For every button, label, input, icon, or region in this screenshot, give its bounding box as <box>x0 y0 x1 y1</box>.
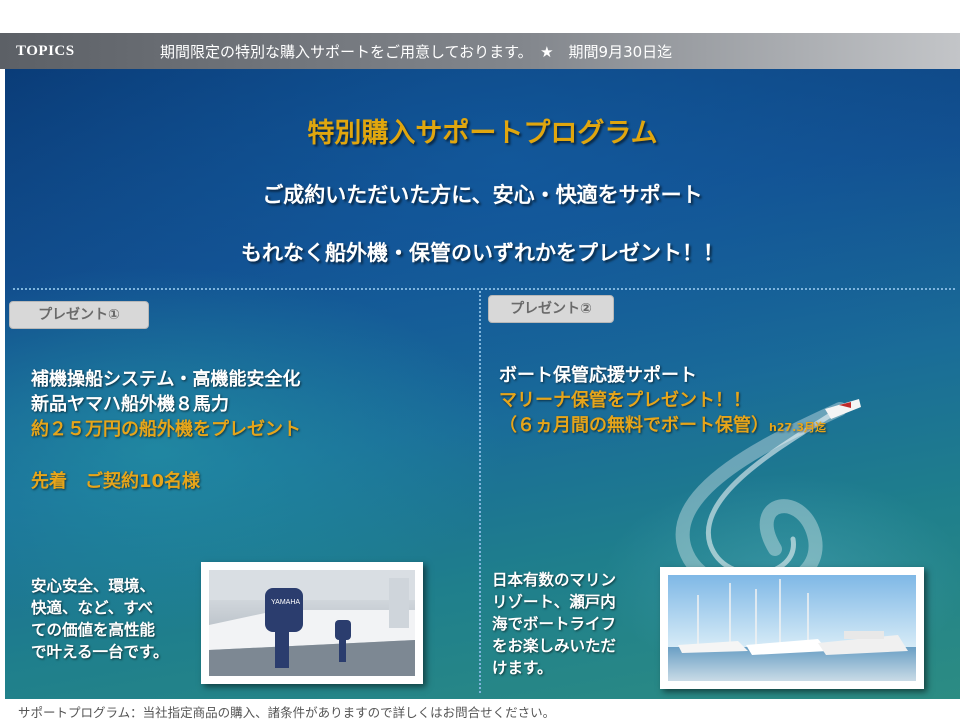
present-1-line-1: 補機操船システム・高機能安全化 <box>31 369 301 390</box>
promo-banner: 特別購入サポートプログラム ご成約いただいた方に、安心・快適をサポート もれなく… <box>5 69 960 699</box>
present-2-line-2: マリーナ保管をプレゼント！！ <box>499 390 751 411</box>
present-2-line-3-text: （６ヵ月間の無料でボート保管） <box>499 415 769 436</box>
present-2-desc-line: 海でボートライフ <box>492 615 617 633</box>
present-1-limit: 先着 ご契約10名様 <box>31 471 201 492</box>
present-1-tag: プレゼント① <box>9 301 149 329</box>
vertical-divider <box>479 291 481 693</box>
present-2-deadline-note: h27.3月迄 <box>769 421 826 434</box>
present-1-line-3: 約２５万円の船外機をプレゼント <box>31 419 301 440</box>
present-2-desc-line: けます。 <box>492 659 553 677</box>
outboard-motor-photo: YAMAHA <box>201 562 423 684</box>
present-2-tag: プレゼント② <box>488 295 614 323</box>
present-2-line-1: ボート保管応援サポート <box>499 365 697 386</box>
horizontal-divider <box>13 288 955 290</box>
topics-bar: TOPICS 期間限定の特別な購入サポートをご用意しております。 ★ 期間9月3… <box>0 33 960 69</box>
present-1-desc-line: 快適、など、すべ <box>31 599 154 617</box>
banner-subtitle-1: ご成約いただいた方に、安心・快適をサポート <box>262 183 703 207</box>
present-1-desc-line: で叶える一台です。 <box>31 643 169 661</box>
present-2-desc-line: をお楽しみいただ <box>492 637 617 655</box>
present-1-line-2: 新品ヤマハ船外機８馬力 <box>31 394 229 415</box>
present-1-desc-line: 安心安全、環境、 <box>31 577 156 595</box>
present-2-description: 日本有数のマリン リゾート、瀬戸内 海でボートライフ をお楽しみいただ けます。 <box>492 569 616 679</box>
svg-text:YAMAHA: YAMAHA <box>271 599 300 606</box>
speedboat-icon <box>825 399 861 419</box>
topics-label: TOPICS <box>16 43 75 59</box>
present-2-line-3: （６ヵ月間の無料でボート保管）h27.3月迄 <box>499 411 826 437</box>
banner-subtitle-2: もれなく船外機・保管のいずれかをプレゼント！！ <box>241 241 724 265</box>
marina-yachts-photo <box>660 567 924 689</box>
present-2-desc-line: リゾート、瀬戸内 <box>492 593 616 611</box>
footer-note: サポートプログラム：当社指定商品の購入、諸条件がありますので詳しくはお問合せくだ… <box>18 705 556 720</box>
present-1-desc-line: ての価値を高性能 <box>31 621 156 639</box>
topics-message: 期間限定の特別な購入サポートをご用意しております。 ★ 期間9月30日迄 <box>160 43 673 61</box>
present-1-description: 安心安全、環境、 快適、など、すべ ての価値を高性能 で叶える一台です。 <box>31 575 169 663</box>
present-2-desc-line: 日本有数のマリン <box>492 571 617 589</box>
banner-title: 特別購入サポートプログラム <box>307 118 658 149</box>
